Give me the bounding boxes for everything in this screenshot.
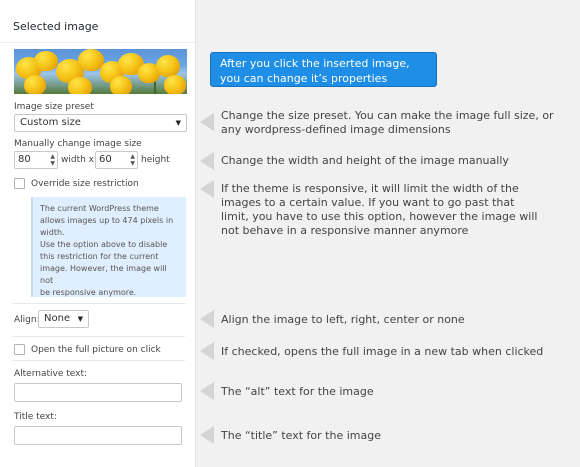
note-line: Change the size preset. You can make the… [221,109,554,122]
chevron-down-icon: ▼ [77,315,83,323]
note-line: images to a certain value. If you want t… [221,196,515,209]
info-line: be responsive anymore. [40,288,137,297]
manual-size-note: Change the width and height of the image… [221,154,509,167]
open-full-checkbox[interactable] [14,344,25,355]
height-value: 60 [99,154,112,165]
title-text-note: The “title” text for the image [221,429,381,442]
align-value: None [44,313,71,324]
divider [12,336,185,337]
intro-callout: After you click the inserted image, you … [210,52,437,87]
size-preset-select[interactable]: Custom size ▼ [14,114,187,132]
divider [0,42,195,43]
open-full-label: Open the full picture on click [31,345,161,355]
info-line: Use the option above to disable [40,240,168,249]
divider [12,360,185,361]
size-preset-label: Image size preset [14,102,94,112]
info-line: this restriction for the current [40,252,159,261]
note-line: If the theme is responsive, it will limi… [221,182,519,195]
override-note: If the theme is responsive, it will limi… [221,182,576,238]
left-pointer-arrow-icon [200,426,214,444]
width-input[interactable]: 80 ▲ ▼ [14,151,58,169]
divider [12,303,185,304]
chevron-down-icon: ▼ [175,119,181,127]
title-text-label: Title text: [14,412,57,422]
callout-line: you can change it’s properties [220,72,388,85]
manual-size-label: Manually change image size [14,139,142,149]
width-suffix: width x [61,155,94,165]
panel-title: Selected image [13,20,99,33]
open-full-note: If checked, opens the full image in a ne… [221,345,544,358]
override-size-label: Override size restriction [31,179,139,189]
align-note: Align the image to left, right, center o… [221,313,465,326]
info-line: image. However, the image will not [40,264,167,285]
title-text-input[interactable] [14,426,182,445]
left-pointer-arrow-icon [200,310,214,328]
size-preset-value: Custom size [20,117,81,128]
alt-text-input[interactable] [14,383,182,402]
left-pointer-arrow-icon [200,152,214,170]
width-value: 80 [18,154,31,165]
override-size-checkbox[interactable] [14,178,25,189]
left-pointer-arrow-icon [200,342,214,360]
align-select[interactable]: None ▼ [38,310,89,328]
size-preset-note: Change the size preset. You can make the… [221,109,576,137]
alt-text-note: The “alt” text for the image [221,385,374,398]
callout-line: After you click the inserted image, [220,57,410,70]
spin-arrows-icon[interactable]: ▲ ▼ [130,153,135,167]
alt-text-label: Alternative text: [14,369,88,379]
height-suffix: height [141,155,170,165]
info-line: allows images up to 474 pixels in [40,216,174,225]
left-pointer-arrow-icon [200,180,214,198]
image-preview[interactable] [14,49,187,94]
left-pointer-arrow-icon [200,113,214,131]
info-line: The current WordPress theme [40,204,159,213]
spin-arrows-icon[interactable]: ▲ ▼ [50,153,55,167]
height-input[interactable]: 60 ▲ ▼ [95,151,138,169]
info-line: width. [40,228,65,237]
note-line: not behave in a responsive manner anymor… [221,224,469,237]
size-restriction-info: The current WordPress theme allows image… [31,197,186,297]
note-line: any wordpress-defined image dimensions [221,123,451,136]
align-label: Align: [14,315,40,325]
note-line: limit, you have to use this option, howe… [221,210,538,223]
left-pointer-arrow-icon [200,382,214,400]
image-properties-panel: Selected image Image size preset Custom … [0,0,196,467]
